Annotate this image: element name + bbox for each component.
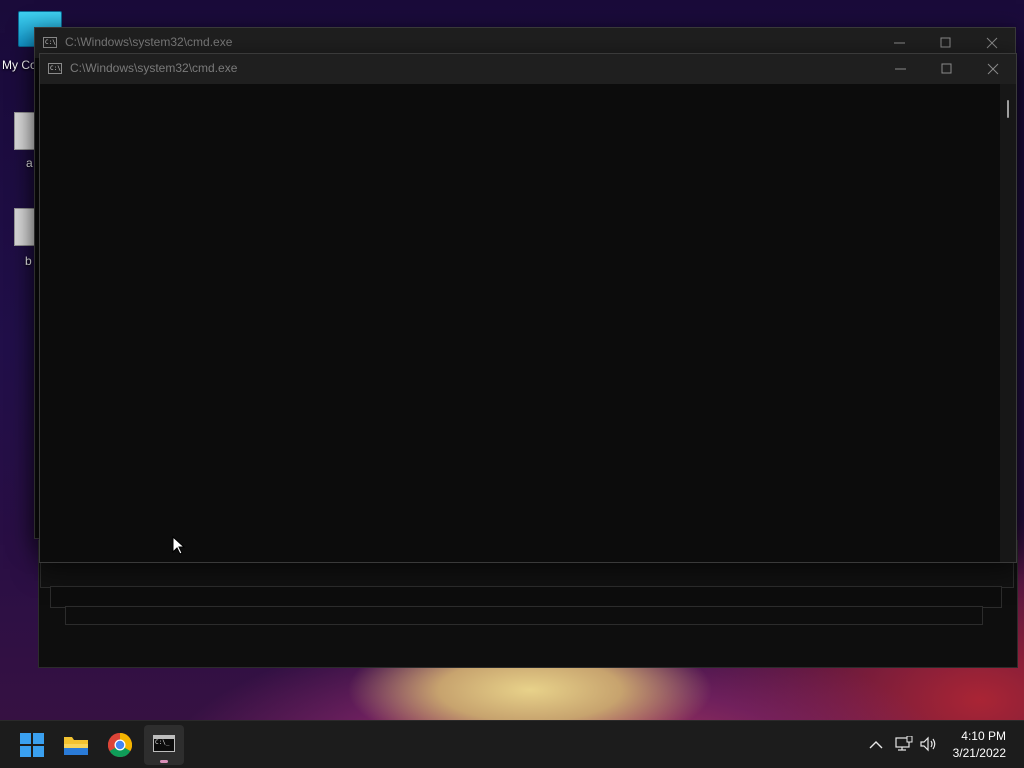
- desktop-icon-label: b: [25, 254, 32, 268]
- maximize-icon: [941, 63, 952, 74]
- titlebar[interactable]: C:\ C:\Windows\system32\cmd.exe: [40, 54, 1016, 84]
- window-title: C:\Windows\system32\cmd.exe: [65, 35, 233, 49]
- file-explorer-button[interactable]: [56, 725, 96, 765]
- taskbar: C:\_ 4:10 PM 3/21/2022: [0, 720, 1024, 768]
- cmd-icon: C:\: [48, 63, 62, 74]
- maximize-button[interactable]: [924, 54, 970, 84]
- close-icon: [987, 63, 999, 75]
- cmd-icon: C:\_: [153, 735, 175, 752]
- desktop-icon-label: a: [26, 156, 33, 170]
- desktop-icon-label: My Co: [2, 58, 37, 72]
- window-frame-ghost: [65, 606, 983, 625]
- chrome-button[interactable]: [100, 725, 140, 765]
- start-button[interactable]: [12, 725, 52, 765]
- chrome-icon: [108, 733, 132, 757]
- windows-logo-icon: [20, 733, 44, 757]
- scroll-thumb[interactable]: [1007, 100, 1009, 118]
- minimize-icon: [894, 42, 905, 44]
- command-prompt-button[interactable]: C:\_: [144, 725, 184, 765]
- volume-icon[interactable]: [920, 736, 938, 752]
- window-frame-ghost: [50, 586, 1002, 608]
- clock-time: 4:10 PM: [961, 729, 1006, 743]
- window-frame-ghost: [40, 562, 1014, 588]
- close-button[interactable]: [970, 54, 1016, 84]
- chevron-up-icon[interactable]: [869, 738, 883, 752]
- clock-date: 3/21/2022: [952, 746, 1006, 760]
- active-indicator: [160, 760, 168, 763]
- cmd-icon: C:\: [43, 37, 57, 48]
- desktop: My Co a b C:\ C:\Windows\system32\cmd.ex…: [0, 0, 1024, 768]
- console-area[interactable]: [40, 84, 1000, 562]
- window-title: C:\Windows\system32\cmd.exe: [70, 61, 238, 75]
- vertical-scrollbar[interactable]: [1000, 84, 1016, 562]
- close-icon: [986, 37, 998, 49]
- cmd-window-front[interactable]: C:\ C:\Windows\system32\cmd.exe: [39, 53, 1017, 563]
- maximize-icon: [940, 37, 951, 48]
- network-icon[interactable]: [895, 736, 913, 752]
- minimize-icon: [895, 68, 906, 70]
- mouse-cursor-icon: [172, 536, 186, 555]
- system-clock[interactable]: 4:10 PM 3/21/2022: [953, 728, 1006, 762]
- minimize-button[interactable]: [878, 54, 924, 84]
- folder-icon: [64, 737, 88, 755]
